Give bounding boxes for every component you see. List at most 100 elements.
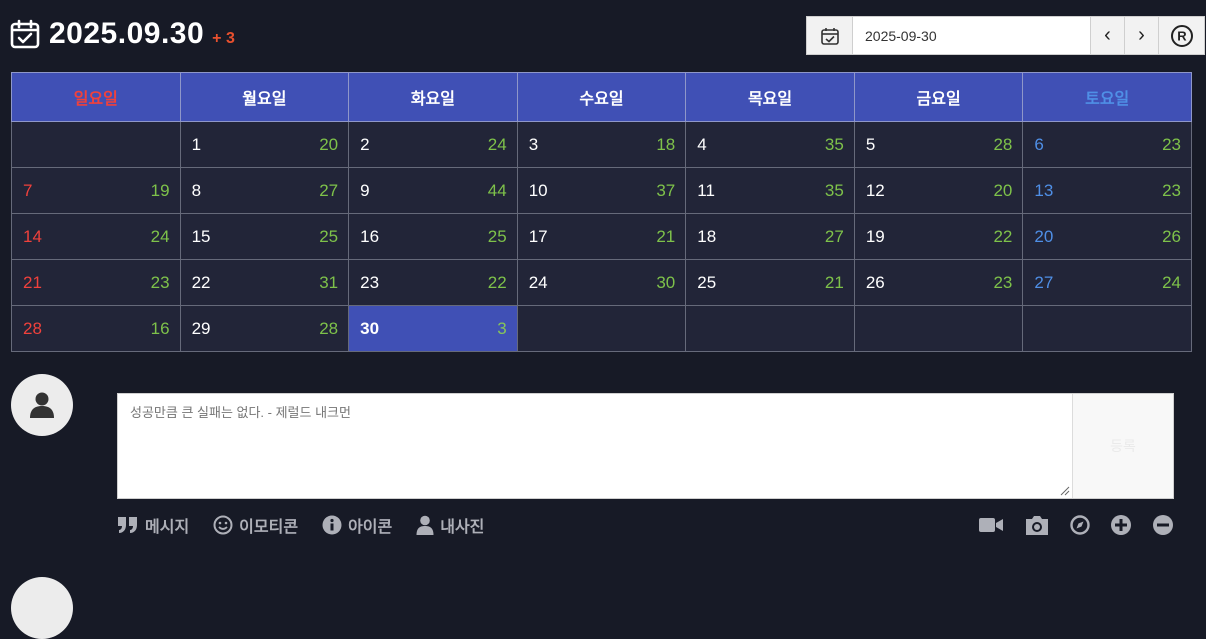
calendar-day-cell[interactable]: 24 30 [516,259,687,306]
submit-button[interactable]: 등록 [1072,394,1173,498]
day-number: 11 [697,181,715,200]
avatar [11,374,73,436]
day-count: 31 [319,273,339,292]
calendar-day-cell[interactable]: 28 16 [11,305,181,352]
calendar-week-row: 14 24 15 25 16 25 17 21 18 27 19 22 20 26 [11,213,1192,260]
calendar-day-cell[interactable]: 15 25 [179,213,350,260]
comment-count-badge: + 3 [212,30,235,47]
calendar-day-cell[interactable]: 1 20 [179,121,350,168]
calendar-day-cell[interactable]: 5 28 [853,121,1024,168]
resize-grip-icon[interactable] [1060,486,1070,496]
day-count: 18 [656,135,676,154]
avatar [11,577,73,639]
calendar-icon[interactable] [807,17,853,54]
message-label: 메시지 [145,519,190,536]
date-input[interactable] [853,17,1090,54]
compass-icon[interactable] [1070,515,1090,535]
icon-button[interactable]: 아이콘 [322,513,392,537]
calendar-day-cell[interactable]: 27 24 [1022,259,1192,306]
day-number: 26 [865,273,885,292]
calendar-day-cell[interactable]: 4 35 [685,121,855,168]
day-count: 23 [1162,135,1181,154]
calendar-day-cell[interactable]: 18 27 [685,213,855,260]
day-count: 37 [656,181,676,200]
day-number: 27 [1034,273,1054,292]
prev-button[interactable]: ‹ [1090,17,1124,54]
calendar-day-cell[interactable]: 25 21 [685,259,855,306]
weekday-tue: 화요일 [348,72,518,122]
day-number: 29 [191,319,211,338]
day-count: 22 [993,227,1013,246]
day-count: 22 [487,273,507,292]
calendar-week-row: 1 20 2 24 3 18 4 35 5 28 6 23 [11,121,1192,168]
weekday-thu: 목요일 [685,72,855,122]
plus-circle-icon[interactable] [1110,514,1132,536]
day-count: 27 [319,181,339,200]
day-number: 2 [360,135,370,154]
day-count: 25 [319,227,339,246]
day-number: 18 [697,227,717,246]
weekday-sat: 토요일 [1022,72,1192,122]
weekday-mon: 월요일 [179,72,350,122]
calendar-day-cell[interactable]: 8 27 [179,167,350,214]
camera-icon[interactable] [1024,514,1050,536]
calendar-check-icon [10,19,40,49]
calendar-day-cell[interactable]: 26 23 [853,259,1024,306]
calendar-empty-cell [685,305,855,352]
next-button[interactable]: › [1124,17,1158,54]
myphoto-button[interactable]: 내사진 [416,513,484,537]
calendar-day-cell[interactable]: 10 37 [516,167,687,214]
quote-icon [118,517,137,533]
calendar-day-cell[interactable]: 30 3 [348,305,518,352]
day-number: 21 [23,273,42,292]
calendar-day-cell[interactable]: 12 20 [853,167,1024,214]
calendar-day-cell[interactable]: 7 19 [11,167,181,214]
calendar-day-cell[interactable]: 13 23 [1022,167,1192,214]
smile-icon [213,515,233,535]
date-controls: ‹ › R [806,16,1205,55]
day-count: 30 [656,273,676,292]
calendar-day-cell[interactable]: 22 31 [179,259,350,306]
calendar-week-row: 21 23 22 31 23 22 24 30 25 21 26 23 27 24 [11,259,1192,306]
calendar-day-cell[interactable]: 17 21 [516,213,687,260]
calendar-day-cell[interactable]: 9 44 [348,167,518,214]
comment-input[interactable] [118,394,1072,498]
message-button[interactable]: 메시지 [117,513,189,537]
day-count: 16 [150,319,170,338]
weekday-fri: 금요일 [853,72,1024,122]
day-count: 25 [487,227,507,246]
day-number: 24 [528,273,548,292]
calendar-day-cell[interactable]: 19 22 [853,213,1024,260]
minus-circle-icon[interactable] [1152,514,1174,536]
day-count: 23 [993,273,1013,292]
calendar-day-cell[interactable]: 20 26 [1022,213,1192,260]
calendar-day-cell[interactable]: 16 25 [348,213,518,260]
day-number: 23 [360,273,380,292]
calendar-day-cell[interactable]: 6 23 [1022,121,1192,168]
weekday-header: 일요일 월요일 화요일 수요일 목요일 금요일 토요일 [11,72,1192,122]
calendar-day-cell[interactable]: 29 28 [179,305,350,352]
day-number: 5 [865,135,876,154]
day-number: 7 [23,181,33,200]
calendar-day-cell[interactable]: 11 35 [685,167,855,214]
info-icon [322,515,342,535]
day-number: 15 [191,227,211,246]
calendar-day-cell[interactable]: 14 24 [11,213,181,260]
day-number: 30 [360,319,380,338]
calendar-day-cell[interactable]: 23 22 [348,259,518,306]
reset-button[interactable]: R [1158,17,1204,54]
day-number: 17 [528,227,548,246]
day-count: 27 [824,227,844,246]
day-count: 35 [824,181,844,200]
calendar-week-row: 28 16 29 28 30 3 [11,305,1192,352]
registered-icon: R [1170,24,1193,47]
calendar-day-cell[interactable]: 3 18 [516,121,687,168]
day-number: 22 [191,273,211,292]
emoticon-button[interactable]: 이모티콘 [213,513,298,537]
calendar-empty-cell [11,121,181,168]
day-number: 9 [360,181,370,200]
user-icon [30,392,54,418]
calendar-day-cell[interactable]: 21 23 [11,259,181,306]
calendar-day-cell[interactable]: 2 24 [348,121,518,168]
video-icon[interactable] [979,516,1004,534]
